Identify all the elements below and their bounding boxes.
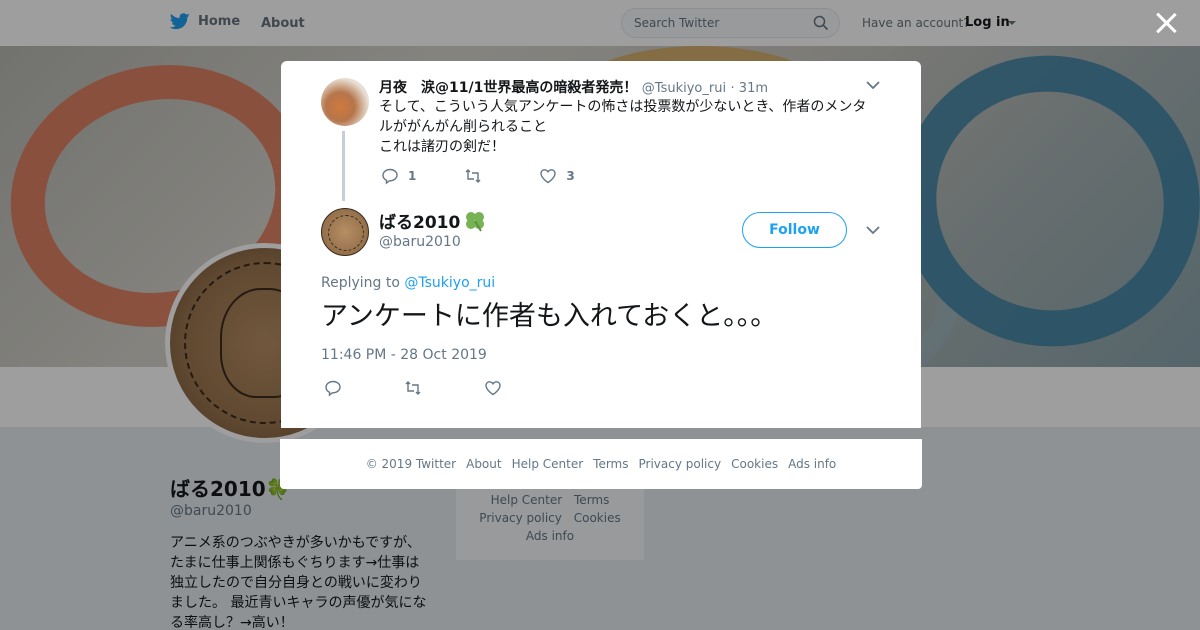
replying-to: Replying to @Tsukiyo_rui — [321, 275, 495, 291]
retweet-button[interactable] — [464, 167, 491, 185]
footer-link-about[interactable]: About — [466, 457, 501, 471]
tweet-actions — [324, 379, 564, 397]
close-icon[interactable] — [1155, 12, 1177, 34]
footer-copyright: © 2019 Twitter — [365, 457, 457, 471]
tweet-author-name[interactable]: ばる2010 — [379, 208, 487, 233]
tweet-permalink-modal: 月夜 涙@11/1世界最高の暗殺者発売！ @Tsukiyo_rui · 31m … — [281, 61, 921, 428]
parent-tweet-header: 月夜 涙@11/1世界最高の暗殺者発売！ @Tsukiyo_rui · 31m — [379, 77, 768, 97]
footer-link-terms[interactable]: Terms — [593, 457, 628, 471]
author-name-text: ばる2010 — [379, 213, 461, 233]
chevron-down-icon[interactable] — [866, 80, 880, 90]
parent-tweet-avatar[interactable] — [321, 78, 369, 126]
footer-link-cookies[interactable]: Cookies — [731, 457, 778, 471]
reply-count: 1 — [408, 169, 417, 183]
tweet-author-handle[interactable]: @baru2010 — [379, 234, 461, 250]
retweet-icon[interactable] — [404, 379, 422, 397]
parent-tweet-time[interactable]: · 31m — [731, 81, 768, 96]
heart-icon[interactable] — [484, 379, 502, 397]
parent-text-line: ルががんがん削られること — [379, 119, 547, 135]
tweet-text: アンケートに作者も入れておくと。。。 — [321, 301, 778, 332]
four-leaf-clover-icon — [466, 211, 485, 232]
parent-text-line: そして、こういう人気アンケートの怖さは投票数が少ないとき、作者のメンタ — [379, 99, 867, 115]
tweet-timestamp[interactable]: 11:46 PM - 28 Oct 2019 — [321, 347, 487, 363]
reply-icon[interactable] — [324, 379, 342, 397]
footer-link-help-center[interactable]: Help Center — [512, 457, 584, 471]
replying-prefix: Replying to — [321, 275, 400, 291]
parent-author-name[interactable]: 月夜 涙@11/1世界最高の暗殺者発売！ — [379, 80, 637, 96]
parent-author-handle[interactable]: @Tsukiyo_rui — [642, 81, 726, 96]
heart-icon — [540, 169, 557, 184]
parent-tweet-actions: 1 3 — [381, 167, 623, 185]
reply-button[interactable]: 1 — [381, 167, 416, 185]
footer-link-ads-info[interactable]: Ads info — [788, 457, 836, 471]
modal-footer-links: © 2019 Twitter About Help Center Terms P… — [280, 439, 922, 489]
reply-icon — [382, 168, 398, 185]
chevron-down-icon[interactable] — [866, 225, 880, 235]
footer-link-privacy[interactable]: Privacy policy — [639, 457, 722, 471]
retweet-icon — [465, 169, 481, 183]
replying-to-link[interactable]: @Tsukiyo_rui — [404, 275, 495, 291]
tweet-author-avatar[interactable] — [321, 208, 369, 256]
parent-tweet-text: そして、こういう人気アンケートの怖さは投票数が少ないとき、作者のメンタ ルががん… — [379, 97, 879, 157]
thread-connector — [342, 131, 345, 201]
like-button[interactable]: 3 — [539, 167, 575, 185]
follow-button[interactable]: Follow — [742, 212, 847, 248]
like-count: 3 — [566, 169, 575, 183]
parent-text-line: これは諸刃の剣だ！ — [379, 139, 505, 155]
